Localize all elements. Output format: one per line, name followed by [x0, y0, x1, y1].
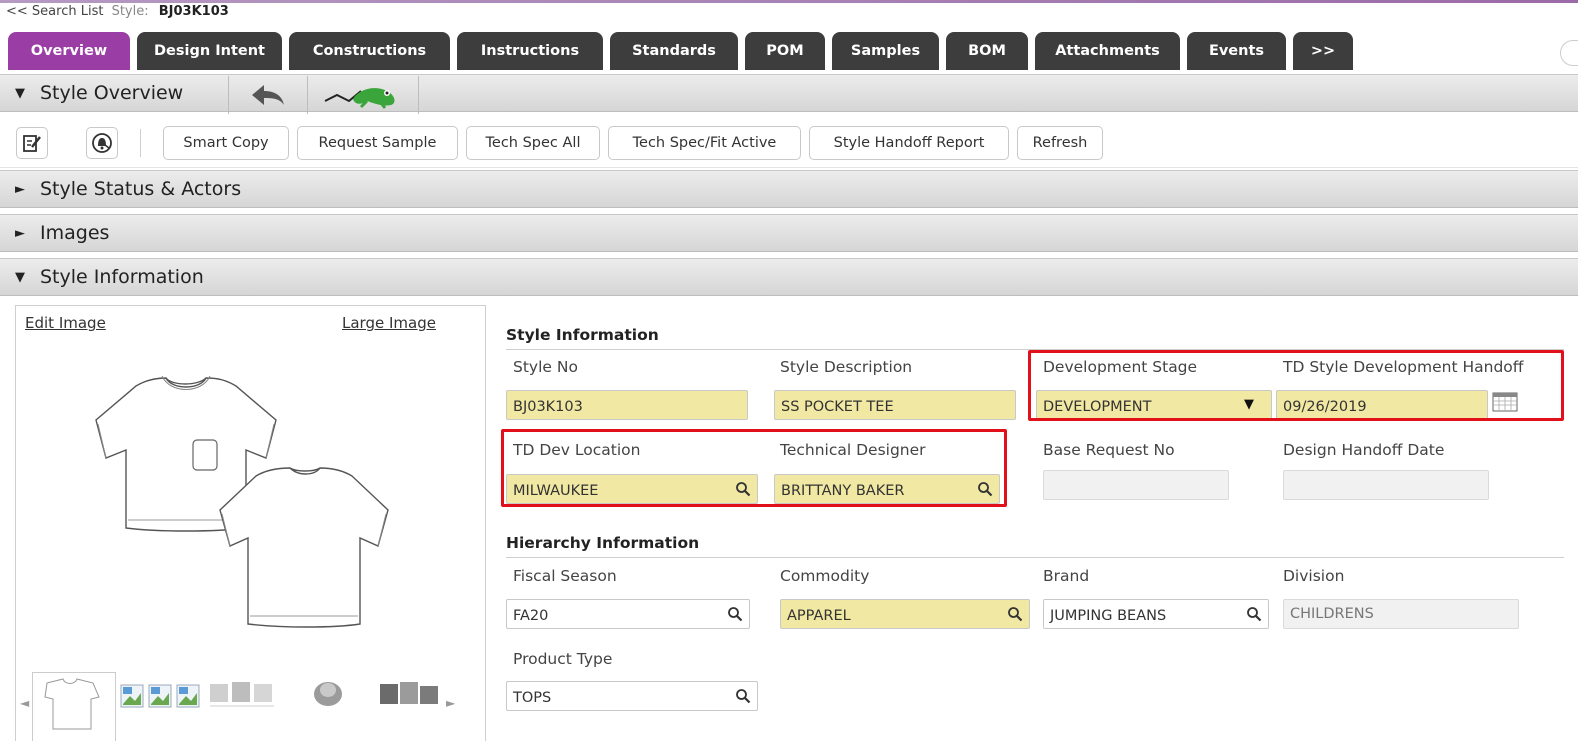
thumbnail-image[interactable]: [208, 678, 276, 708]
tech-spec-fit-active-button[interactable]: Tech Spec/Fit Active: [608, 126, 801, 160]
tshirt-sketch-image[interactable]: [76, 366, 436, 646]
section-style-status-actors[interactable]: ► Style Status & Actors: [0, 170, 1578, 208]
style-description-field[interactable]: SS POCKET TEE: [774, 390, 1016, 420]
alert-bell-icon[interactable]: [86, 127, 118, 159]
collapse-triangle-icon: ▼: [15, 85, 25, 101]
tab-pom[interactable]: POM: [745, 32, 825, 70]
division-field[interactable]: CHILDRENS: [1283, 599, 1519, 629]
edit-icon[interactable]: [16, 127, 48, 159]
division-label: Division: [1283, 567, 1345, 585]
thumbnail-image[interactable]: [304, 676, 352, 710]
section-images[interactable]: ► Images: [0, 214, 1578, 252]
refresh-button[interactable]: Refresh: [1017, 126, 1103, 160]
scroll-left-icon[interactable]: ◄: [20, 696, 29, 710]
brand-label: Brand: [1043, 567, 1090, 585]
collapse-triangle-icon: ▼: [15, 269, 25, 285]
tab-attachments[interactable]: Attachments: [1035, 32, 1180, 70]
edit-image-link[interactable]: Edit Image: [25, 314, 106, 332]
search-icon[interactable]: [1001, 600, 1029, 628]
base-request-no-label: Base Request No: [1043, 441, 1175, 459]
search-icon[interactable]: [1240, 600, 1268, 628]
help-toggle[interactable]: [1560, 40, 1578, 66]
design-handoff-date-field[interactable]: [1283, 470, 1489, 500]
search-list-link[interactable]: << Search List: [6, 4, 103, 19]
tab-overview[interactable]: Overview: [8, 32, 130, 70]
search-icon[interactable]: [729, 682, 757, 710]
large-image-link[interactable]: Large Image: [342, 314, 436, 332]
tab-design-intent[interactable]: Design Intent: [137, 32, 282, 70]
section-title: Style Overview: [40, 82, 184, 104]
tab-standards[interactable]: Standards: [610, 32, 738, 70]
highlight-box-location-designer: [501, 429, 1007, 507]
overview-icon-bar: [228, 76, 419, 114]
commodity-label: Commodity: [780, 567, 870, 585]
back-arrow-icon[interactable]: [229, 76, 307, 114]
tab-bom[interactable]: BOM: [946, 32, 1028, 70]
broken-image-icon[interactable]: [148, 684, 172, 708]
fiscal-season-label: Fiscal Season: [513, 567, 617, 585]
style-information-group-title: Style Information: [506, 326, 1564, 350]
tab-samples[interactable]: Samples: [832, 32, 939, 70]
section-title: Images: [40, 222, 110, 244]
tab-bar: Overview Design Intent Constructions Ins…: [8, 32, 1360, 70]
thumbnail-strip: ◄ ►: [16, 668, 487, 741]
broken-image-icon[interactable]: [120, 684, 144, 708]
highlight-box-development: [1028, 350, 1564, 421]
action-toolbar: Smart Copy Request Sample Tech Spec All …: [0, 118, 1578, 168]
scroll-right-icon[interactable]: ►: [446, 696, 455, 710]
expand-triangle-icon: ►: [15, 181, 25, 197]
section-title: Style Information: [40, 266, 204, 288]
thumbnail-image[interactable]: [378, 678, 442, 708]
style-no-field[interactable]: BJ03K103: [506, 390, 748, 420]
section-title: Style Status & Actors: [40, 178, 242, 200]
design-handoff-date-label: Design Handoff Date: [1283, 441, 1445, 459]
style-image-panel: Edit Image Large Image ◄ ►: [15, 305, 486, 741]
frog-logo-icon[interactable]: [308, 76, 418, 114]
brand-field[interactable]: JUMPING BEANS: [1043, 599, 1269, 629]
style-handoff-report-button[interactable]: Style Handoff Report: [809, 126, 1009, 160]
style-number-value: BJ03K103: [158, 4, 229, 19]
tab-events[interactable]: Events: [1187, 32, 1286, 70]
top-accent-line: [0, 0, 1578, 3]
product-type-label: Product Type: [513, 650, 613, 668]
section-style-information[interactable]: ▼ Style Information: [0, 258, 1578, 296]
fiscal-season-field[interactable]: FA20: [506, 599, 750, 629]
request-sample-button[interactable]: Request Sample: [297, 126, 458, 160]
tab-instructions[interactable]: Instructions: [457, 32, 603, 70]
tab-constructions[interactable]: Constructions: [289, 32, 450, 70]
product-type-field[interactable]: TOPS: [506, 681, 758, 711]
tech-spec-all-button[interactable]: Tech Spec All: [466, 126, 600, 160]
search-icon[interactable]: [721, 600, 749, 628]
base-request-no-field[interactable]: [1043, 470, 1229, 500]
hierarchy-information-group-title: Hierarchy Information: [506, 534, 1564, 558]
commodity-field[interactable]: APPAREL: [780, 599, 1030, 629]
tab-more[interactable]: >>: [1293, 32, 1353, 70]
style-label: Style:: [111, 4, 149, 19]
style-no-label: Style No: [513, 358, 578, 376]
expand-triangle-icon: ►: [15, 225, 25, 241]
breadcrumb: << Search List Style: BJ03K103: [6, 4, 229, 19]
broken-image-icon[interactable]: [176, 684, 200, 708]
smart-copy-button[interactable]: Smart Copy: [163, 126, 289, 160]
style-description-label: Style Description: [780, 358, 913, 376]
thumbnail-selected[interactable]: [32, 672, 116, 741]
